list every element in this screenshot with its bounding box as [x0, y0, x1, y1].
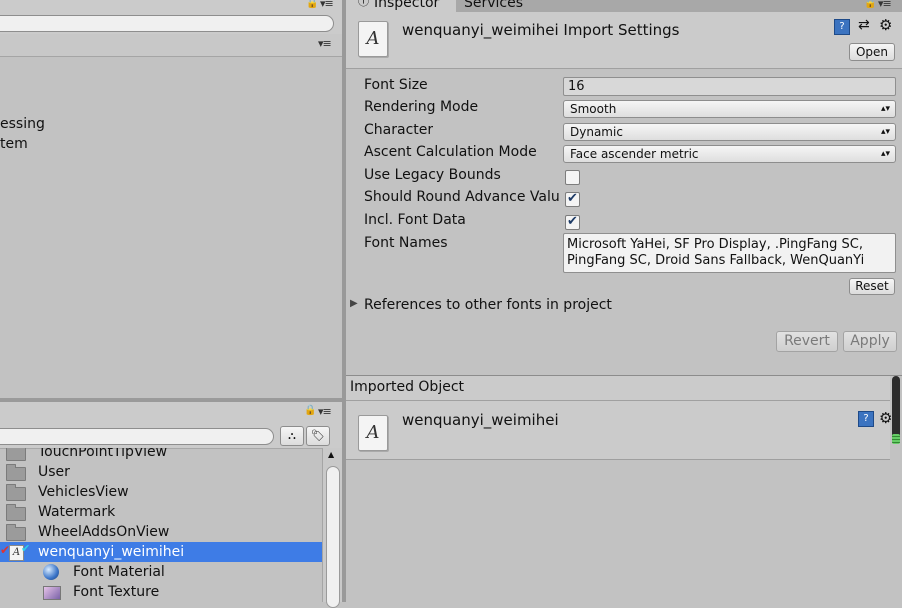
panel-menu-icon[interactable]: ▾≡ [878, 0, 892, 10]
revert-button[interactable]: Revert [776, 331, 838, 352]
list-item-selected[interactable]: ✔ A ✔ wenquanyi_weimihei [0, 542, 322, 562]
ascent-mode-label: Ascent Calculation Mode [364, 144, 537, 160]
font-size-label: Font Size [364, 77, 428, 93]
legacy-bounds-label: Use Legacy Bounds [364, 167, 501, 183]
folder-icon [6, 484, 26, 501]
character-dropdown[interactable]: Dynamic ▴▾ [563, 123, 896, 141]
hierarchy-item[interactable]: essing [0, 116, 45, 132]
help-icon[interactable]: ? [858, 411, 874, 427]
scene-menu-icon[interactable]: ▾≡ [318, 37, 332, 50]
hierarchy-panel: 🔒 ▾≡ ▾≡ essing tem [0, 0, 342, 398]
dropdown-arrow-icon: ▴▾ [880, 149, 890, 159]
hierarchy-scene-header: ▾≡ [0, 34, 342, 57]
dropdown-arrow-icon: ▴▾ [880, 127, 890, 137]
project-scrollbar[interactable]: ▲ [322, 448, 342, 608]
lock-icon[interactable]: 🔒 [864, 0, 876, 9]
project-panel: 🔒 ▾≡ ⛬ 🏷 TouchPointTipView User Vehicles… [0, 402, 342, 608]
open-button[interactable]: Open [849, 43, 895, 61]
incl-font-data-checkbox[interactable]: ✔ [565, 215, 580, 230]
reset-button[interactable]: Reset [849, 278, 895, 295]
incl-font-data-label: Incl. Font Data [364, 212, 466, 228]
filter-type-icon: ⛬ [288, 429, 296, 442]
tab-services[interactable]: Services [458, 0, 538, 12]
folder-icon [6, 448, 26, 461]
section-title: Imported Object [350, 379, 465, 395]
font-names-label: Font Names [364, 235, 448, 251]
import-settings-header: A wenquanyi_weimihei Import Settings ? ⇄… [346, 12, 902, 69]
rendering-mode-label: Rendering Mode [364, 99, 479, 115]
hierarchy-search-input[interactable] [0, 15, 334, 32]
help-icon[interactable]: ? [834, 19, 850, 35]
lock-icon[interactable]: 🔒 [304, 405, 316, 416]
font-names-textarea[interactable]: Microsoft YaHei, SF Pro Display, .PingFa… [563, 233, 896, 273]
inspector-tabbar: ⓘ Inspector Services 🔒 ▾≡ [346, 0, 902, 12]
material-sphere-icon [43, 564, 59, 580]
font-size-field[interactable]: 16 [563, 77, 896, 96]
tag-icon: 🏷 [311, 429, 325, 442]
checkmark-icon: ✔ [567, 191, 578, 206]
character-label: Character [364, 122, 434, 138]
scroll-grip-icon [892, 434, 900, 444]
rendering-mode-dropdown[interactable]: Smooth ▴▾ [563, 100, 896, 118]
texture-icon [43, 586, 61, 600]
font-thumbnail: A [358, 21, 388, 57]
imported-object-name: wenquanyi_weimihei [402, 411, 559, 429]
hierarchy-item[interactable]: tem [0, 136, 28, 152]
panel-menu-icon[interactable]: ▾≡ [320, 0, 334, 10]
panel-menu-icon[interactable]: ▾≡ [318, 405, 332, 418]
folder-icon [6, 504, 26, 521]
tab-inspector[interactable]: ⓘ Inspector [346, 0, 456, 12]
project-toolbar: ⛬ 🏷 [0, 424, 342, 449]
list-item[interactable]: VehiclesView [0, 482, 322, 502]
apply-button[interactable]: Apply [843, 331, 897, 352]
scroll-up-icon[interactable]: ▲ [328, 450, 334, 459]
list-item[interactable]: WheelAddsOnView [0, 522, 322, 542]
hierarchy-toolbar [0, 12, 342, 35]
font-thumbnail: A [358, 415, 388, 451]
list-item[interactable]: Watermark [0, 502, 322, 522]
legacy-bounds-checkbox[interactable] [565, 170, 580, 185]
list-item[interactable]: TouchPointTipView [0, 448, 322, 462]
lock-icon[interactable]: 🔒 [306, 0, 318, 9]
checkmark-blue-icon: ✔ [21, 542, 31, 555]
project-tabbar: 🔒 ▾≡ [0, 402, 342, 425]
imported-object-section: Imported Object [346, 376, 890, 401]
dropdown-arrow-icon: ▴▾ [880, 104, 890, 114]
filter-by-type-button[interactable]: ⛬ [280, 426, 304, 446]
project-scroll-thumb[interactable] [326, 466, 340, 608]
project-search-input[interactable] [0, 428, 274, 445]
list-item[interactable]: Font Texture [0, 582, 322, 602]
ascent-mode-dropdown[interactable]: Face ascender metric ▴▾ [563, 145, 896, 163]
checkmark-icon: ✔ [567, 214, 578, 229]
info-icon: ⓘ [358, 0, 369, 8]
preset-icon[interactable]: ⇄ [858, 17, 870, 33]
round-advance-label: Should Round Advance Valu [364, 189, 560, 205]
filter-by-label-button[interactable]: 🏷 [306, 426, 330, 446]
imported-object-header: A wenquanyi_weimihei ? ⚙ [346, 401, 892, 460]
gear-icon[interactable]: ⚙ [879, 16, 892, 34]
page-title: wenquanyi_weimihei Import Settings [402, 21, 680, 39]
references-foldout[interactable]: References to other fonts in project [364, 297, 612, 313]
folder-icon [6, 464, 26, 481]
inspector-scrollbar[interactable] [890, 376, 902, 446]
round-advance-checkbox[interactable]: ✔ [565, 192, 580, 207]
inspector-panel: ⓘ Inspector Services 🔒 ▾≡ A wenquanyi_we… [346, 0, 902, 602]
project-list: TouchPointTipView User VehiclesView Wate… [0, 448, 322, 602]
list-item[interactable]: User [0, 462, 322, 482]
list-item[interactable]: Font Material [0, 562, 322, 582]
foldout-arrow-icon[interactable]: ▶ [350, 298, 358, 309]
